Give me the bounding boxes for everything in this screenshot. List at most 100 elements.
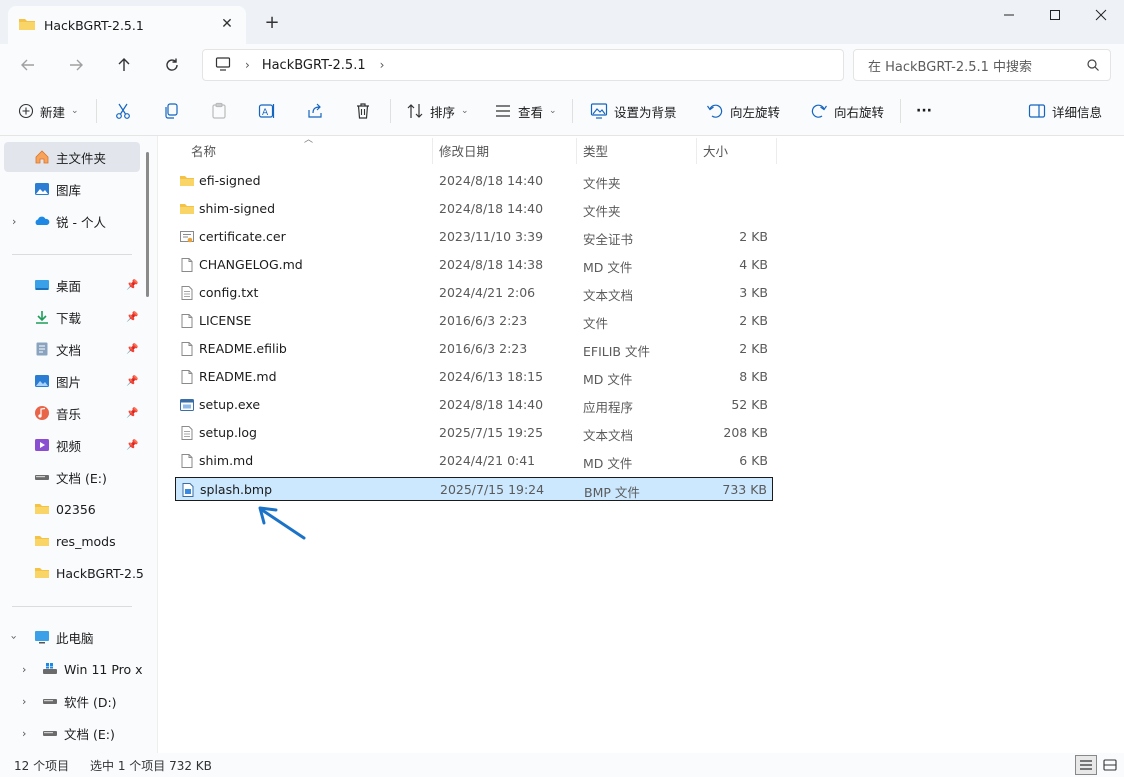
sidebar-item-home[interactable]: 主文件夹 (4, 142, 140, 172)
sidebar-item-desktop[interactable]: 桌面 📌 (0, 270, 150, 300)
sidebar-divider (12, 254, 132, 255)
sidebar-item-02356[interactable]: 02356 (0, 494, 150, 524)
copy-button[interactable] (162, 98, 180, 124)
tiles-view-button[interactable] (1099, 755, 1121, 775)
sidebar-item-drive-e2[interactable]: › 文档 (E:) (0, 718, 150, 748)
sidebar-item-documents[interactable]: 文档 📌 (0, 334, 150, 364)
column-header-type[interactable]: 类型 (583, 136, 608, 164)
close-tab-icon[interactable]: ✕ (218, 15, 236, 33)
table-row[interactable]: README.md 2024/6/13 18:15 MD 文件 8 KB (175, 365, 773, 389)
tab-strip: HackBGRT-2.5.1 ✕ + (0, 0, 1124, 44)
command-bar: 新建 ⌄ A 排序 ⌄ 查看 ⌄ 设置为背景 向左旋转 向右旋转 ··· 详细信… (0, 86, 1124, 136)
file-type: 应用程序 (583, 400, 634, 415)
search-input[interactable]: 在 HackBGRT-2.5.1 中搜索 (853, 49, 1111, 81)
table-row[interactable]: efi-signed 2024/8/18 14:40 文件夹 (175, 169, 773, 193)
file-date: 2025/7/15 19:25 (439, 425, 544, 440)
column-header-date[interactable]: 修改日期 (439, 136, 489, 164)
new-button[interactable]: 新建 ⌄ (18, 98, 79, 124)
pin-icon[interactable]: 📌 (126, 440, 138, 451)
minimize-button[interactable] (986, 0, 1032, 30)
share-button[interactable] (306, 98, 324, 124)
view-button[interactable]: 查看 ⌄ (494, 98, 557, 124)
sort-button[interactable]: 排序 ⌄ (406, 98, 469, 124)
file-type: MD 文件 (583, 260, 633, 275)
close-window-button[interactable] (1078, 0, 1124, 30)
table-row[interactable]: config.txt 2024/4/21 2:06 文本文档 3 KB (175, 281, 773, 305)
sidebar-item-pictures[interactable]: 图片 📌 (0, 366, 150, 396)
sidebar-item-this-pc[interactable]: › 此电脑 (0, 622, 150, 652)
paste-button[interactable] (210, 98, 228, 124)
table-row[interactable]: shim-signed 2024/8/18 14:40 文件夹 (175, 197, 773, 221)
set-background-button[interactable]: 设置为背景 (590, 98, 677, 124)
file-date: 2025/7/15 19:24 (440, 482, 545, 497)
refresh-button[interactable] (158, 52, 186, 78)
sidebar-item-res-mods[interactable]: res_mods (0, 526, 150, 556)
file-icon (179, 257, 195, 273)
pin-icon[interactable]: 📌 (126, 344, 138, 355)
column-header-size[interactable]: 大小 (703, 136, 728, 164)
file-size: 2 KB (739, 341, 768, 356)
sidebar-item-downloads[interactable]: 下载 📌 (0, 302, 150, 332)
desktop-icon (34, 277, 50, 293)
status-bar: 12 个项目 选中 1 个项目 732 KB (0, 753, 1124, 777)
delete-button[interactable] (354, 98, 372, 124)
table-row[interactable]: certificate.cer 2023/11/10 3:39 安全证书 2 K… (175, 225, 773, 249)
details-pane-button[interactable]: 详细信息 (1028, 98, 1102, 124)
address-bar[interactable]: › HackBGRT-2.5.1 › (202, 49, 844, 81)
sidebar-item-drive-c[interactable]: › Win 11 Pro x (0, 654, 150, 684)
chevron-right-icon[interactable]: › (22, 663, 26, 676)
file-name: LICENSE (199, 313, 252, 328)
more-options-button[interactable]: ··· (916, 98, 932, 124)
folder-icon (34, 533, 50, 549)
table-row[interactable]: LICENSE 2016/6/3 2:23 文件 2 KB (175, 309, 773, 333)
sidebar-item-drive-e[interactable]: 文档 (E:) (0, 462, 150, 492)
sidebar-item-music[interactable]: 音乐 📌 (0, 398, 150, 428)
table-row[interactable]: CHANGELOG.md 2024/8/18 14:38 MD 文件 4 KB (175, 253, 773, 277)
cut-button[interactable] (114, 98, 132, 124)
chevron-down-icon: ⌄ (549, 106, 557, 116)
rename-button[interactable]: A (258, 98, 276, 124)
pin-icon[interactable]: 📌 (126, 408, 138, 419)
sidebar-item-onedrive[interactable]: › 锐 - 个人 (0, 206, 150, 236)
tiles-view-icon (1103, 759, 1117, 771)
table-row[interactable]: setup.exe 2024/8/18 14:40 应用程序 52 KB (175, 393, 773, 417)
pin-icon[interactable]: 📌 (126, 312, 138, 323)
chevron-down-icon: ⌄ (461, 106, 469, 116)
file-date: 2024/4/21 2:06 (439, 285, 536, 300)
file-date: 2023/11/10 3:39 (439, 229, 544, 244)
table-row[interactable]: shim.md 2024/4/21 0:41 MD 文件 6 KB (175, 449, 773, 473)
chevron-right-icon[interactable]: › (380, 58, 385, 72)
chevron-down-icon[interactable]: › (8, 635, 21, 639)
details-view-button[interactable] (1075, 755, 1097, 775)
up-button[interactable] (110, 52, 138, 78)
table-row[interactable]: setup.log 2025/7/15 19:25 文本文档 208 KB (175, 421, 773, 445)
refresh-icon (166, 58, 178, 71)
chevron-right-icon[interactable]: › (245, 58, 250, 72)
chevron-right-icon[interactable]: › (12, 215, 16, 228)
back-button[interactable] (14, 52, 42, 78)
pin-icon[interactable]: 📌 (126, 280, 138, 291)
forward-button[interactable] (62, 52, 90, 78)
table-row-selected[interactable]: splash.bmp 2025/7/15 19:24 BMP 文件 733 KB (175, 477, 773, 501)
chevron-right-icon[interactable]: › (22, 695, 26, 708)
tab-hackbgrt[interactable]: HackBGRT-2.5.1 ✕ (8, 6, 246, 44)
breadcrumb-hackbgrt[interactable]: HackBGRT-2.5.1 (262, 58, 366, 73)
sidebar-item-gallery[interactable]: 图库 (0, 174, 150, 204)
file-size: 208 KB (723, 425, 768, 440)
rotate-right-button[interactable]: 向右旋转 (810, 98, 884, 124)
music-icon (34, 405, 50, 421)
chevron-right-icon[interactable]: › (22, 727, 26, 740)
new-tab-button[interactable]: + (262, 12, 282, 33)
sidebar-item-drive-d[interactable]: › 软件 (D:) (0, 686, 150, 716)
rotate-left-button[interactable]: 向左旋转 (706, 98, 780, 124)
file-size: 3 KB (739, 285, 768, 300)
maximize-button[interactable] (1032, 0, 1078, 30)
table-row[interactable]: README.efilib 2016/6/3 2:23 EFILIB 文件 2 … (175, 337, 773, 361)
pin-icon[interactable]: 📌 (126, 376, 138, 387)
sidebar-item-hackbgrt[interactable]: HackBGRT-2.5 (0, 558, 150, 588)
file-date: 2024/8/18 14:40 (439, 397, 544, 412)
sidebar-item-videos[interactable]: 视频 📌 (0, 430, 150, 460)
column-header-name[interactable]: 名称 (191, 136, 216, 164)
svg-text:A: A (262, 108, 269, 118)
file-name: shim.md (199, 453, 254, 468)
